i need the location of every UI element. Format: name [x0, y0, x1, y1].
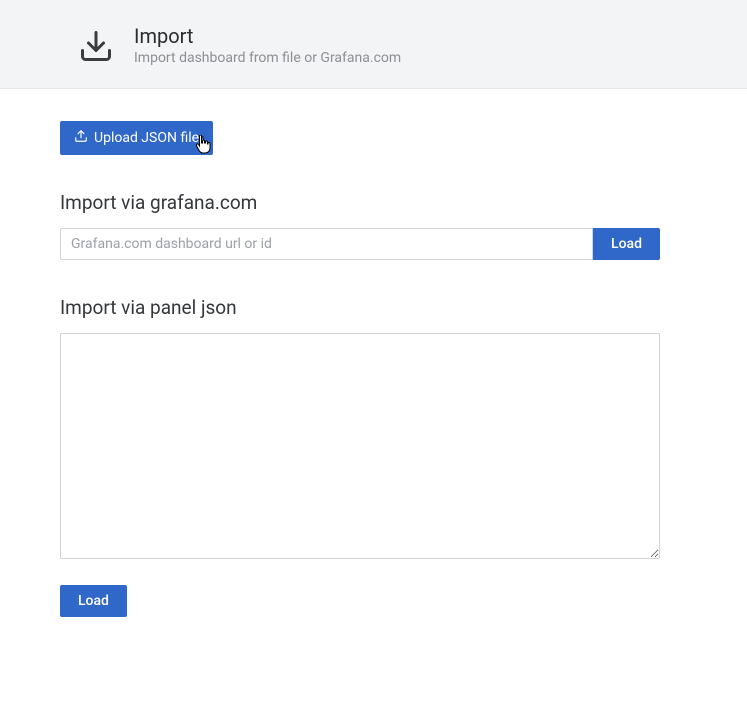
grafana-input-row: Load	[60, 228, 660, 260]
grafana-url-input[interactable]	[60, 228, 593, 260]
page-header: Import Import dashboard from file or Gra…	[0, 0, 747, 89]
upload-button-label: Upload JSON file	[94, 130, 199, 146]
panel-json-load-button[interactable]: Load	[60, 585, 127, 617]
grafana-load-button[interactable]: Load	[593, 228, 660, 260]
grafana-section-title: Import via grafana.com	[60, 191, 660, 214]
panel-json-section: Import via panel json Load	[60, 296, 660, 617]
panel-json-title: Import via panel json	[60, 296, 660, 319]
upload-icon	[74, 129, 88, 147]
page-title: Import	[134, 24, 401, 48]
grafana-import-section: Import via grafana.com Load	[60, 191, 660, 260]
panel-json-textarea[interactable]	[60, 333, 660, 559]
content-area: Upload JSON file Import via grafana.com …	[0, 89, 720, 617]
page-subtitle: Import dashboard from file or Grafana.co…	[134, 50, 401, 66]
import-icon	[76, 26, 116, 66]
header-text: Import Import dashboard from file or Gra…	[134, 24, 401, 66]
upload-json-button[interactable]: Upload JSON file	[60, 121, 213, 155]
upload-button-wrap: Upload JSON file	[60, 121, 213, 155]
